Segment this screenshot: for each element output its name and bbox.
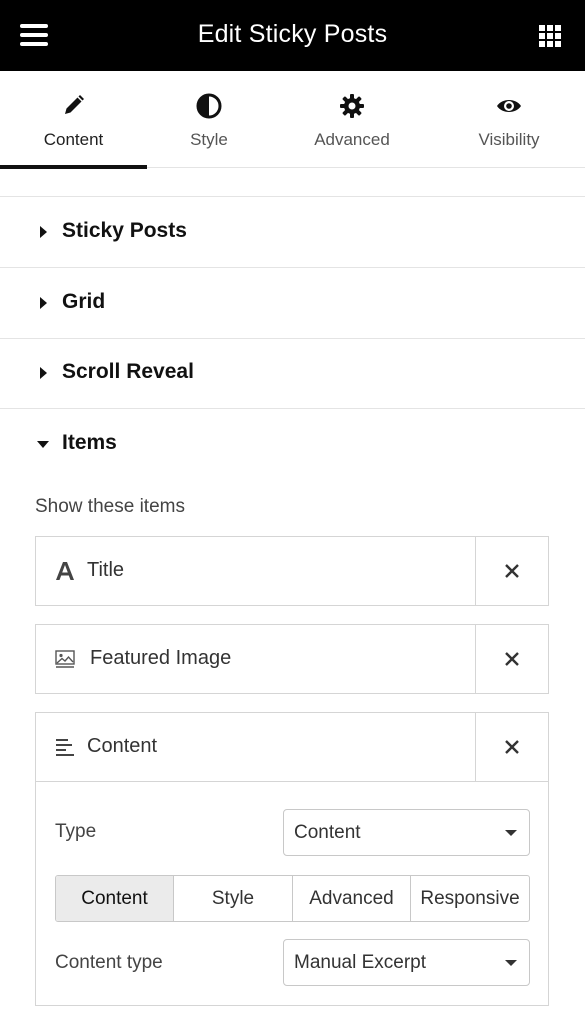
pencil-icon xyxy=(0,93,147,119)
divider xyxy=(36,781,548,782)
tab-label: Advanced xyxy=(314,130,390,149)
caret-right-icon xyxy=(40,297,47,309)
item-header[interactable]: Featured Image xyxy=(36,625,476,693)
repeater-item-content: Content Type Content Content Style Advan… xyxy=(35,712,549,1006)
tab-label: Visibility xyxy=(478,130,540,149)
item-header[interactable]: Content xyxy=(36,713,476,781)
item-tab-responsive[interactable]: Responsive xyxy=(411,876,529,921)
section-label: Grid xyxy=(62,290,106,313)
editor-header: Edit Sticky Posts xyxy=(0,0,585,71)
section-sticky-posts[interactable]: Sticky Posts xyxy=(0,197,585,267)
item-settings-tabs: Content Style Advanced Responsive xyxy=(55,875,530,922)
section-label: Scroll Reveal xyxy=(62,360,194,383)
section-label: Items xyxy=(62,431,117,454)
type-select[interactable]: Content xyxy=(283,809,530,856)
type-select-value: Content xyxy=(294,822,361,843)
section-scroll-reveal[interactable]: Scroll Reveal xyxy=(0,338,585,408)
remove-item-button[interactable] xyxy=(475,713,548,781)
item-tab-content[interactable]: Content xyxy=(56,876,174,921)
item-tab-advanced[interactable]: Advanced xyxy=(293,876,411,921)
caret-down-icon xyxy=(37,441,49,448)
image-icon xyxy=(53,647,77,671)
item-label: Title xyxy=(87,559,125,581)
section-label: Sticky Posts xyxy=(62,219,187,242)
tab-advanced[interactable]: Advanced xyxy=(271,71,433,168)
item-label: Content xyxy=(87,735,158,757)
tab-content[interactable]: Content xyxy=(0,71,147,169)
remove-item-button[interactable] xyxy=(475,625,548,693)
close-icon xyxy=(505,740,519,754)
caret-right-icon xyxy=(40,367,47,379)
eye-icon xyxy=(433,93,585,119)
content-type-select[interactable]: Manual Excerpt xyxy=(283,939,530,986)
gear-icon xyxy=(271,93,433,119)
content-type-select-value: Manual Excerpt xyxy=(294,952,427,973)
section-items[interactable]: Items xyxy=(0,409,585,479)
text-a-icon xyxy=(53,559,77,583)
chevron-down-icon xyxy=(505,960,517,966)
show-items-label: Show these items xyxy=(35,496,185,517)
close-icon xyxy=(505,564,519,578)
panel-title: Edit Sticky Posts xyxy=(197,20,388,48)
section-grid[interactable]: Grid xyxy=(0,268,585,338)
active-tab-indicator xyxy=(0,165,147,169)
close-icon xyxy=(505,652,519,666)
repeater-item-featured-image: Featured Image xyxy=(35,624,549,694)
item-header[interactable]: Title xyxy=(36,537,476,605)
tab-visibility[interactable]: Visibility xyxy=(433,71,585,168)
remove-item-button[interactable] xyxy=(475,537,548,605)
tab-style[interactable]: Style xyxy=(147,71,271,168)
panel-tabs: Content Style Advanced Visibility xyxy=(0,71,585,169)
caret-right-icon xyxy=(40,226,47,238)
tab-label: Style xyxy=(190,130,228,149)
half-circle-icon xyxy=(147,93,271,119)
item-label: Featured Image xyxy=(90,647,232,669)
tab-label: Content xyxy=(43,130,104,149)
chevron-down-icon xyxy=(505,830,517,836)
content-type-label: Content type xyxy=(55,952,163,973)
type-label: Type xyxy=(55,821,97,842)
grid-icon[interactable] xyxy=(539,25,561,47)
item-tab-style[interactable]: Style xyxy=(174,876,293,921)
repeater-item-title: Title xyxy=(35,536,549,606)
align-left-icon xyxy=(53,735,77,759)
